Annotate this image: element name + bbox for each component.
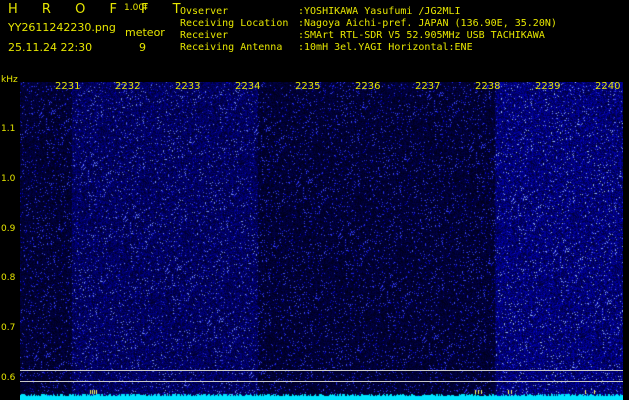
x-tick: 2239 bbox=[535, 81, 561, 92]
x-tick: 2240 bbox=[595, 81, 621, 92]
spectrogram-canvas bbox=[20, 82, 623, 400]
y-tick: 0.8 bbox=[1, 273, 16, 283]
capture-datetime: 25.11.24 22:30 bbox=[8, 41, 93, 54]
x-tick: 2231 bbox=[55, 81, 81, 92]
app-version: 1.00f bbox=[124, 3, 148, 13]
x-tick: 2238 bbox=[475, 81, 501, 92]
antenna-key: Receiving Antenna bbox=[180, 42, 283, 53]
x-tick: 2233 bbox=[175, 81, 201, 92]
x-tick: 2232 bbox=[115, 81, 141, 92]
x-tick: 2234 bbox=[235, 81, 261, 92]
hroft-window: H R O F F T 1.00f YY2611242230.png 25.11… bbox=[0, 0, 629, 400]
y-tick: 1.0 bbox=[1, 174, 16, 184]
antenna-value: :10mH 3el.YAGI Horizontal:ENE bbox=[298, 42, 473, 53]
app-title: H R O F F T bbox=[8, 2, 191, 17]
y-tick: 0.9 bbox=[1, 224, 16, 234]
location-key: Receiving Location bbox=[180, 18, 289, 29]
x-tick: 2237 bbox=[415, 81, 441, 92]
y-tick: 0.7 bbox=[1, 323, 16, 333]
location-value: :Nagoya Aichi-pref. JAPAN (136.90E, 35.2… bbox=[298, 18, 557, 29]
y-tick: 0.6 bbox=[1, 373, 16, 383]
meteor-count-value: 9 bbox=[139, 41, 146, 54]
y-tick: 1.1 bbox=[1, 124, 16, 134]
x-tick: 2236 bbox=[355, 81, 381, 92]
reference-line bbox=[20, 370, 623, 371]
y-axis-unit: kHz bbox=[1, 75, 18, 85]
meteor-count-label: meteor bbox=[125, 26, 165, 39]
x-tick: 2235 bbox=[295, 81, 321, 92]
observer-key: Ovserver bbox=[180, 6, 229, 17]
reference-line bbox=[20, 381, 623, 382]
receiver-key: Receiver bbox=[180, 30, 229, 41]
file-name: YY2611242230.png bbox=[8, 21, 116, 34]
receiver-value: :SMArt RTL-SDR V5 52.905MHz USB TACHIKAW… bbox=[298, 30, 545, 41]
observer-value: :YOSHIKAWA Yasufumi /JG2MLI bbox=[298, 6, 461, 17]
